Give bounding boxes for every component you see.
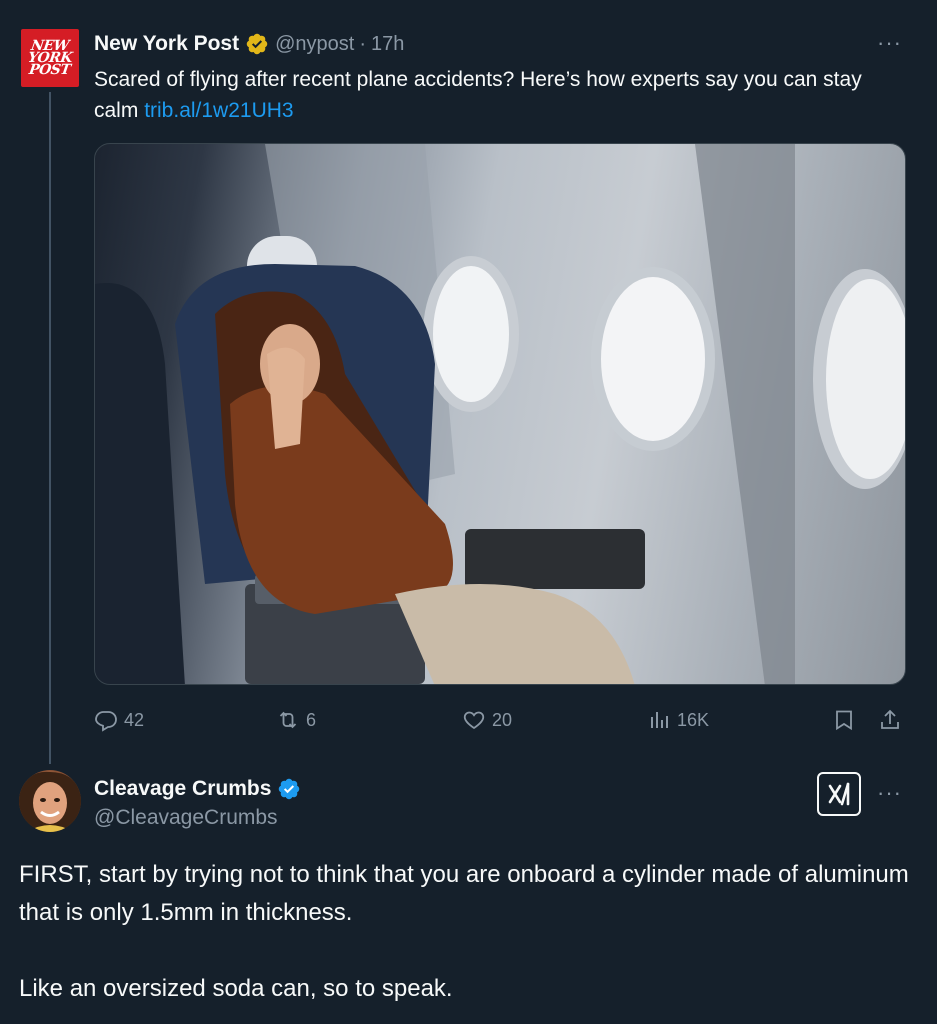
time-separator: ·: [359, 32, 367, 55]
reply-icon: [95, 711, 117, 732]
repost-action[interactable]: 6: [276, 705, 316, 735]
repost-count: 6: [306, 709, 317, 730]
tweet-time[interactable]: 17h: [371, 33, 404, 56]
cleavagecrumbs-avatar[interactable]: [19, 770, 81, 832]
reply-author-handle[interactable]: @CleavageCrumbs: [94, 806, 278, 830]
views-icon: [651, 712, 668, 728]
airplane-cabin-illustration: [95, 144, 905, 684]
like-count: 20: [492, 709, 513, 730]
tweet-actions: 42 6 20 16K: [94, 705, 906, 735]
bookmark-icon: [836, 710, 852, 731]
grok-icon: [828, 782, 850, 806]
nypost-avatar[interactable]: NEW YORK POST: [19, 27, 81, 89]
tweet-text: Scared of flying after recent plane acci…: [94, 64, 904, 126]
reply-text: FIRST, start by trying not to think that…: [19, 856, 909, 1008]
grok-button[interactable]: [817, 772, 861, 816]
tweet-link[interactable]: trib.al/1w21UH3: [144, 99, 293, 122]
verified-blue-badge-icon: [279, 778, 300, 800]
share-icon: [881, 709, 899, 729]
share-action[interactable]: [878, 705, 908, 735]
reply-author-name[interactable]: Cleavage Crumbs: [94, 777, 271, 801]
reply-paragraph-1: FIRST, start by trying not to think that…: [19, 861, 909, 926]
bookmark-action[interactable]: [832, 705, 862, 735]
more-options-icon[interactable]: ···: [877, 32, 902, 54]
views-action[interactable]: 16K: [647, 705, 709, 735]
repost-icon: [279, 711, 297, 729]
reply-more-options-icon[interactable]: ···: [877, 782, 902, 804]
author-name[interactable]: New York Post: [94, 32, 239, 56]
tweet-media-image[interactable]: [94, 143, 906, 685]
heart-icon: [463, 711, 485, 730]
avatar-text-3: POST: [28, 62, 72, 78]
views-count: 16K: [677, 709, 710, 730]
reply-action[interactable]: 42: [94, 705, 144, 735]
thread-connector-line: [49, 92, 51, 764]
author-handle[interactable]: @nypost: [275, 33, 354, 56]
reply-count: 42: [124, 709, 145, 730]
verified-gold-badge-icon: [246, 33, 268, 55]
like-action[interactable]: 20: [462, 705, 512, 735]
reply-header: Cleavage Crumbs: [94, 775, 301, 803]
face-avatar-illustration: [19, 771, 81, 832]
reply-paragraph-2: Like an oversized soda can, so to speak.: [19, 975, 453, 1002]
tweet-header: New York Post @nypost · 17h: [94, 30, 404, 58]
